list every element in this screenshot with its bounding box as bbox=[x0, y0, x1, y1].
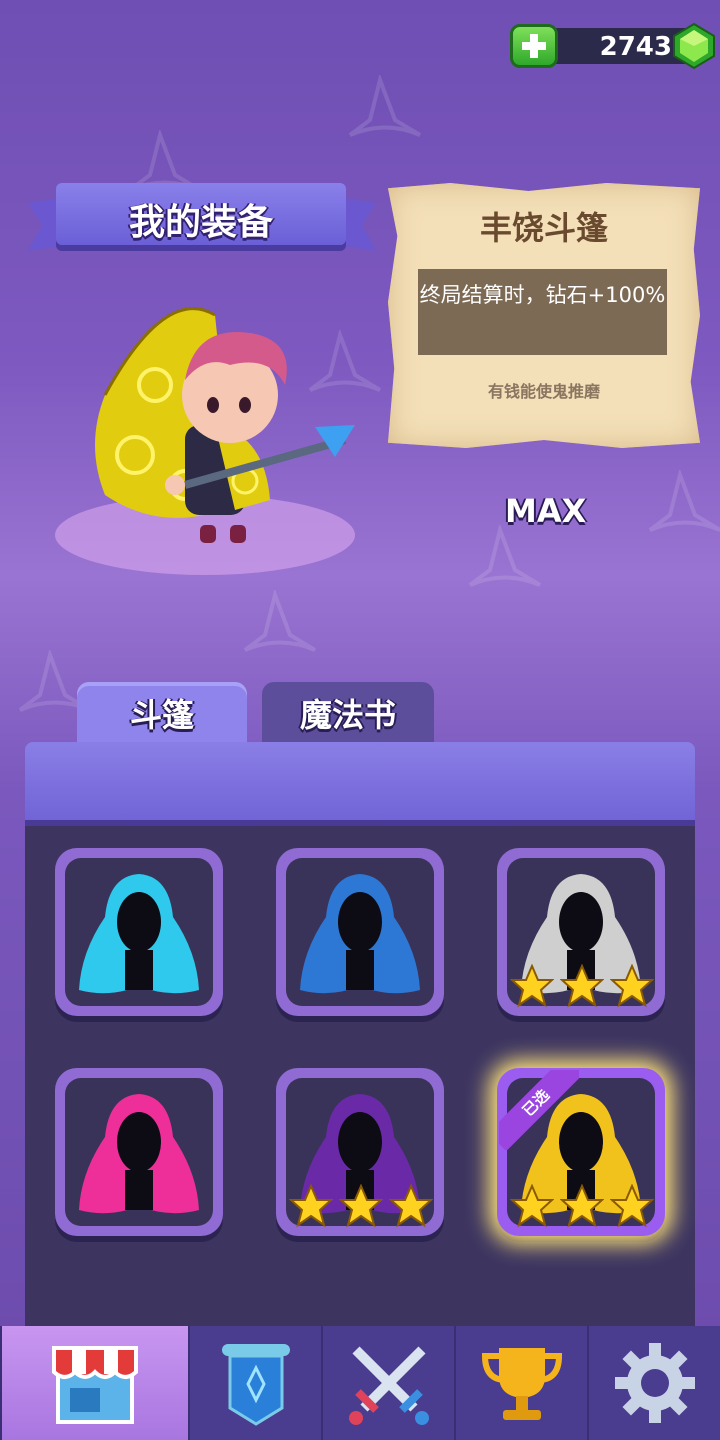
item-name: 丰饶斗篷 bbox=[479, 209, 608, 247]
star-icon bbox=[289, 1184, 333, 1228]
cape-slot-purple-star-cape[interactable] bbox=[276, 1068, 444, 1236]
level-max-label: MAX bbox=[505, 492, 587, 530]
cape-slot-gold-swirl-cape[interactable]: 已选 bbox=[497, 1068, 665, 1236]
cape-slot-pink-heart-cape[interactable] bbox=[55, 1068, 223, 1236]
star-rating bbox=[507, 964, 657, 1008]
add-gems-button[interactable] bbox=[510, 24, 558, 68]
hat-pattern-icon bbox=[348, 75, 422, 137]
star-icon bbox=[610, 1184, 654, 1228]
gem-counter: 2743 bbox=[510, 22, 715, 70]
page-title: 我的装备 bbox=[128, 202, 273, 243]
nav-guild[interactable] bbox=[188, 1326, 321, 1440]
banner-icon bbox=[221, 1344, 290, 1426]
item-description: 终局结算时，钻石+100% bbox=[418, 269, 667, 355]
star-icon bbox=[610, 964, 654, 1008]
nav-shop[interactable] bbox=[0, 1326, 188, 1440]
cape-slot-cyan-cape[interactable] bbox=[55, 848, 223, 1016]
hat-pattern-icon bbox=[648, 470, 720, 532]
plus-icon bbox=[522, 34, 546, 58]
cape-slot-blue-star-cape[interactable] bbox=[276, 848, 444, 1016]
star-rating bbox=[507, 1184, 657, 1228]
star-icon bbox=[510, 1184, 554, 1228]
hat-pattern-icon bbox=[468, 525, 542, 587]
star-icon bbox=[389, 1184, 433, 1228]
star-icon bbox=[339, 1184, 383, 1228]
blue-star-cape-icon bbox=[300, 874, 420, 994]
cyan-cape-icon bbox=[79, 874, 199, 994]
cape-slot-plaid-cape[interactable] bbox=[497, 848, 665, 1016]
bottom-nav bbox=[0, 1326, 720, 1440]
equipment-banner: 我的装备 bbox=[28, 183, 376, 263]
selected-badge: 已选 bbox=[499, 1070, 579, 1150]
item-tagline: 有钱能使鬼推磨 bbox=[487, 382, 600, 401]
shop-icon bbox=[52, 1346, 138, 1424]
item-info-card: 丰饶斗篷 终局结算时，钻石+100% 有钱能使鬼推磨 bbox=[388, 183, 700, 448]
wizard-hero bbox=[55, 307, 355, 575]
selected-badge-label: 已选 bbox=[499, 1070, 579, 1150]
inventory-panel-header bbox=[25, 742, 695, 820]
hat-pattern-icon bbox=[243, 590, 317, 652]
star-icon bbox=[560, 1184, 604, 1228]
nav-settings[interactable] bbox=[587, 1326, 720, 1440]
nav-battle[interactable] bbox=[321, 1326, 454, 1440]
tab-cloak[interactable]: 斗篷 bbox=[77, 682, 247, 744]
trophy-icon bbox=[481, 1348, 562, 1420]
star-rating bbox=[286, 1184, 436, 1228]
gem-amount: 2743 bbox=[599, 32, 672, 62]
tab-spellbook[interactable]: 魔法书 bbox=[262, 682, 434, 744]
star-icon bbox=[510, 964, 554, 1008]
star-icon bbox=[560, 964, 604, 1008]
pink-heart-cape-icon bbox=[79, 1094, 199, 1214]
nav-ranking[interactable] bbox=[454, 1326, 587, 1440]
gear-icon bbox=[614, 1343, 695, 1423]
swords-icon bbox=[348, 1346, 429, 1425]
green-gem-icon bbox=[673, 22, 715, 70]
